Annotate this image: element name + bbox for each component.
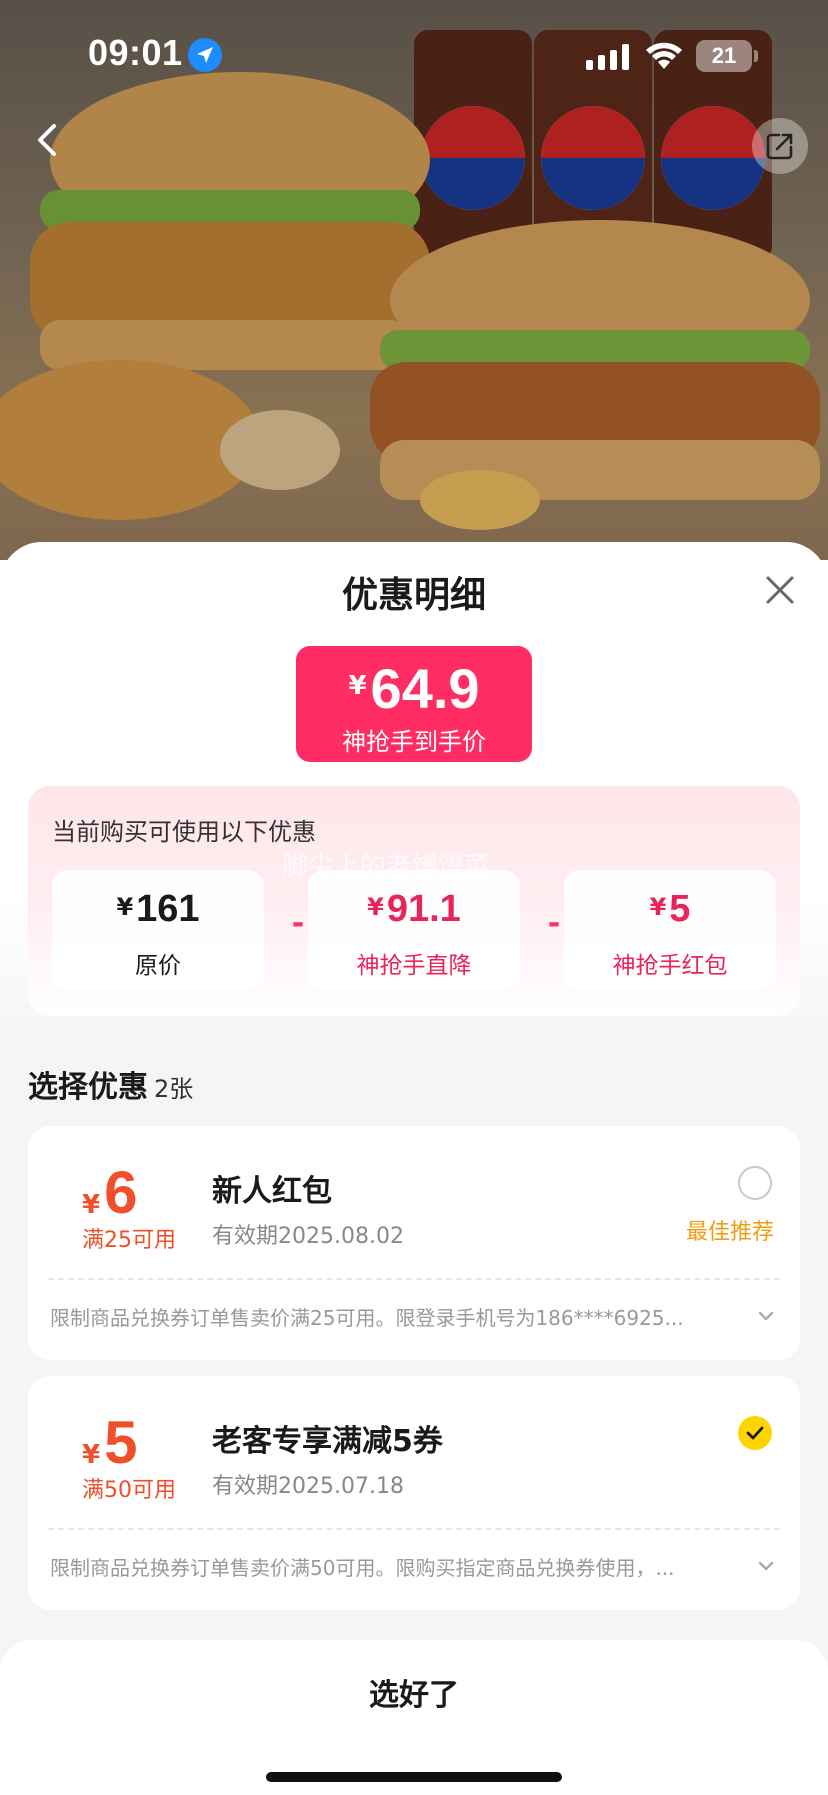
coupon-name: 新人红包 [212,1174,332,1209]
cellular-signal-icon [586,44,629,70]
best-recommend-tag: 最佳推荐 [686,1220,775,1245]
dashed-divider [48,1278,780,1280]
original-price-label: 原价 [135,953,181,979]
status-bar: 09:01 21 [0,0,828,110]
share-button[interactable] [752,118,808,174]
currency-symbol: ¥ [348,671,367,701]
final-price-value: 64.9 [370,657,480,720]
coupon-expiry: 有效期2025.08.02 [212,1224,404,1249]
battery-icon: 21 [696,40,752,72]
chevron-down-icon[interactable] [756,1556,776,1576]
red-packet-value: 5 [669,888,691,930]
coupon-name: 老客专享满减5券 [212,1424,443,1459]
back-chevron-icon[interactable] [26,118,70,162]
select-discount-heading: 选择优惠 2张 [28,1070,194,1105]
coupon-expiry: 有效期2025.07.18 [212,1474,404,1499]
direct-discount-box: ¥91.1 神抢手直降 [308,870,520,990]
coupon-card-returning-user[interactable]: ¥5 满50可用 老客专享满减5券 有效期2025.07.18 限制商品兑换券订… [28,1376,800,1610]
red-packet-label: 神抢手红包 [612,953,728,979]
share-icon [766,133,793,160]
home-indicator [266,1772,562,1782]
discount-detail-sheet: 优惠明细 ¥64.9 神抢手到手价 当前购买可使用以下优惠 脚尖上的老馒馒菜 ¥… [0,542,828,1795]
coupon-card-new-user[interactable]: ¥6 满25可用 新人红包 有效期2025.08.02 最佳推荐 限制商品兑换券… [28,1126,800,1360]
minus-sign: - [547,906,561,941]
coupon-checked-icon[interactable] [738,1416,772,1450]
final-price-badge: ¥64.9 神抢手到手价 [296,646,532,762]
coupon-amount: ¥6 [82,1159,138,1226]
coupon-radio-unchecked[interactable] [738,1166,772,1200]
wifi-icon [646,42,682,69]
red-packet-box: ¥5 神抢手红包 [564,870,776,990]
breakdown-caption: 当前购买可使用以下优惠 [52,818,316,846]
coupon-amount: ¥5 [82,1409,138,1476]
original-price-value: 161 [136,888,200,930]
direct-discount-label: 神抢手直降 [356,953,472,979]
coupon-condition: 满25可用 [82,1228,176,1253]
coupon-rule-text: 限制商品兑换券订单售卖价满50可用。限购买指定商品兑换券使用，... [50,1556,675,1580]
chevron-down-icon[interactable] [756,1306,776,1326]
final-price-label: 神抢手到手价 [342,728,486,756]
close-icon[interactable] [762,572,798,608]
confirm-button[interactable]: 选好了 [0,1670,828,1714]
location-arrow-icon [188,38,222,72]
coupon-rule-text: 限制商品兑换券订单售卖价满25可用。限登录手机号为186****6925... [50,1306,684,1330]
minus-sign: - [291,906,305,941]
original-price-box: ¥161 原价 [52,870,264,990]
direct-discount-value: 91.1 [386,888,461,930]
battery-tip [754,50,758,62]
coupon-condition: 满50可用 [82,1478,176,1503]
price-breakdown: 当前购买可使用以下优惠 脚尖上的老馒馒菜 ¥161 原价 - ¥91.1 神抢手… [28,786,800,1016]
dashed-divider [48,1528,780,1530]
sheet-title: 优惠明细 [341,575,486,616]
coupon-count: 2张 [154,1075,194,1103]
status-time: 09:01 [88,32,183,73]
